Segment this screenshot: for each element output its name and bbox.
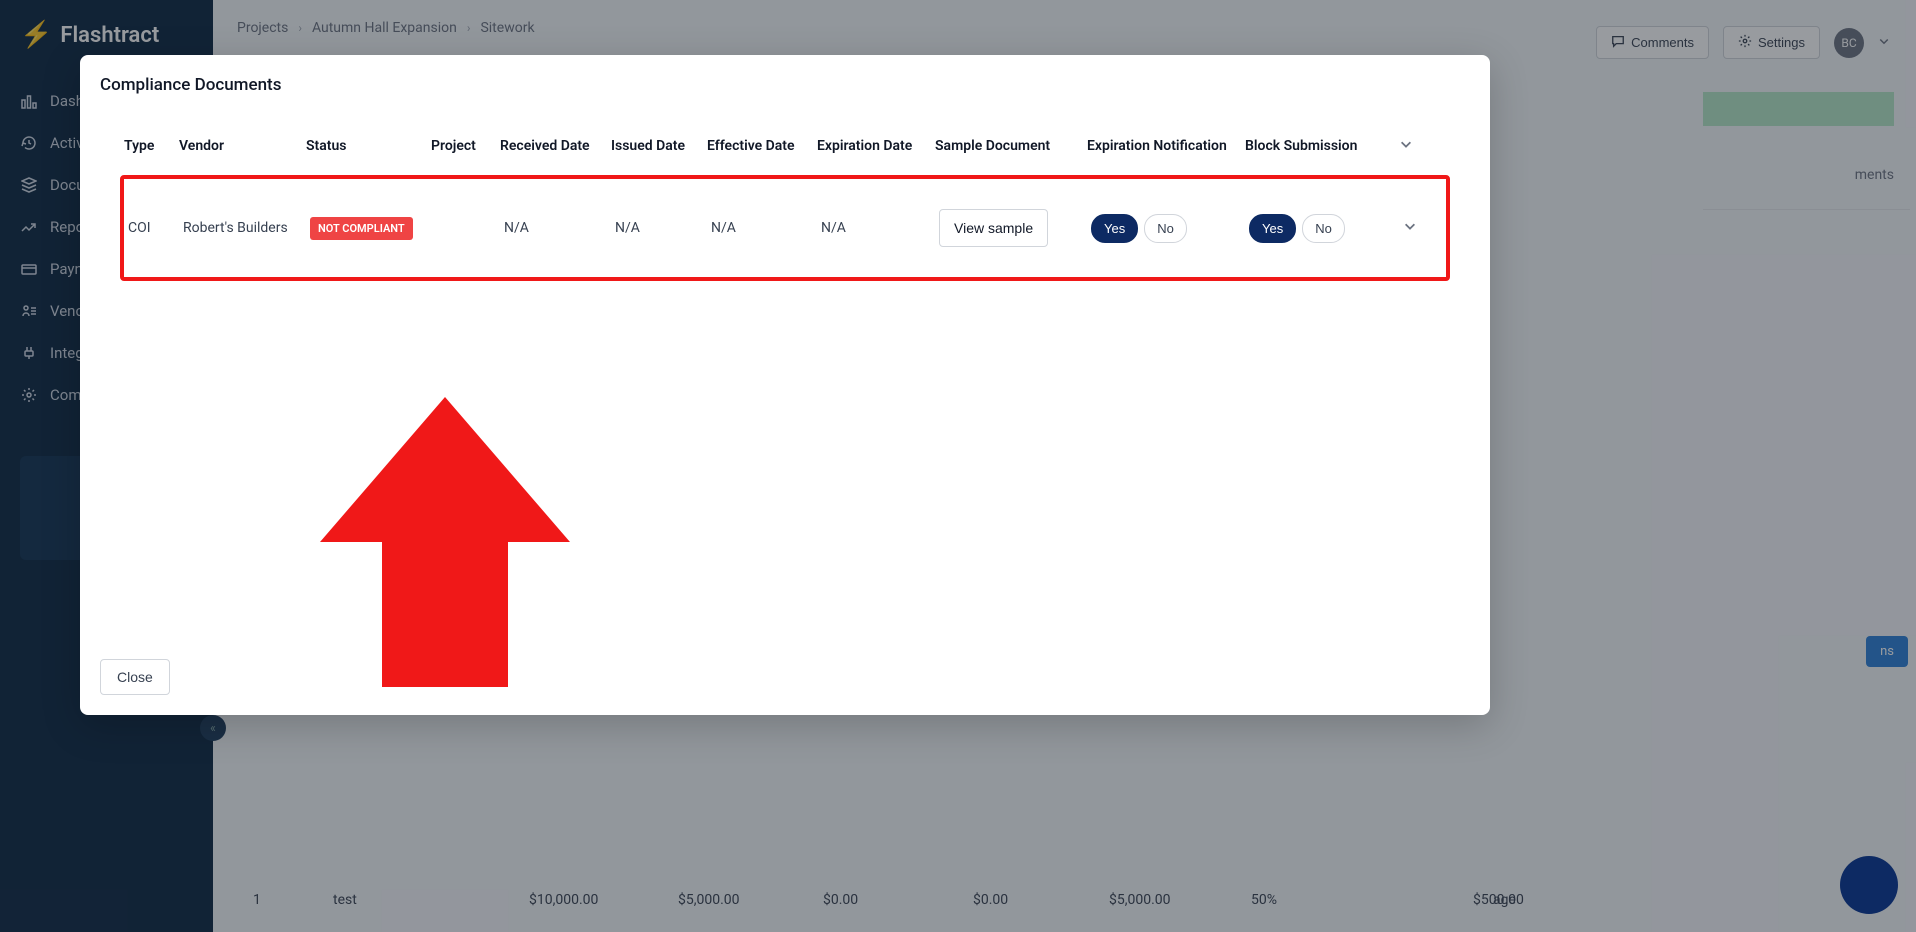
cell-expiration: N/A <box>821 220 939 236</box>
block-yes[interactable]: Yes <box>1249 214 1296 243</box>
annotation-arrow-icon <box>320 397 570 687</box>
col-notification: Expiration Notification <box>1087 138 1245 154</box>
compliance-documents-modal: Compliance Documents Type Vendor Status … <box>80 55 1490 715</box>
col-sample: Sample Document <box>935 138 1087 154</box>
notification-no[interactable]: No <box>1144 214 1187 243</box>
col-expiration: Expiration Date <box>817 138 935 154</box>
col-received: Received Date <box>500 138 611 154</box>
col-block: Block Submission <box>1245 138 1383 154</box>
notification-toggle: Yes No <box>1091 214 1187 243</box>
block-toggle: Yes No <box>1249 214 1345 243</box>
header-expand-toggle[interactable] <box>1383 137 1413 155</box>
close-button[interactable]: Close <box>100 659 170 695</box>
cell-effective: N/A <box>711 220 821 236</box>
chat-launcher[interactable] <box>1840 856 1898 914</box>
cell-vendor: Robert's Builders <box>183 220 310 236</box>
modal-footer: Close <box>80 645 1490 715</box>
table-row: COI Robert's Builders NOT COMPLIANT N/A … <box>120 175 1450 281</box>
cell-received: N/A <box>504 220 615 236</box>
notification-yes[interactable]: Yes <box>1091 214 1138 243</box>
col-effective: Effective Date <box>707 138 817 154</box>
cell-sample: View sample <box>939 209 1091 247</box>
col-type: Type <box>124 138 179 154</box>
col-status: Status <box>306 138 431 154</box>
table-header: Type Vendor Status Project Received Date… <box>120 137 1450 175</box>
status-badge: NOT COMPLIANT <box>310 217 413 240</box>
modal-title: Compliance Documents <box>80 55 1490 107</box>
view-sample-button[interactable]: View sample <box>939 209 1048 247</box>
cell-issued: N/A <box>615 220 711 236</box>
cell-notification: Yes No <box>1091 214 1249 243</box>
cell-type: COI <box>128 220 183 236</box>
col-vendor: Vendor <box>179 138 306 154</box>
col-project: Project <box>431 138 500 154</box>
row-expand-toggle[interactable] <box>1387 219 1417 237</box>
block-no[interactable]: No <box>1302 214 1345 243</box>
cell-block: Yes No <box>1249 214 1387 243</box>
cell-status: NOT COMPLIANT <box>310 217 435 240</box>
col-issued: Issued Date <box>611 138 707 154</box>
modal-body: Type Vendor Status Project Received Date… <box>80 107 1490 645</box>
